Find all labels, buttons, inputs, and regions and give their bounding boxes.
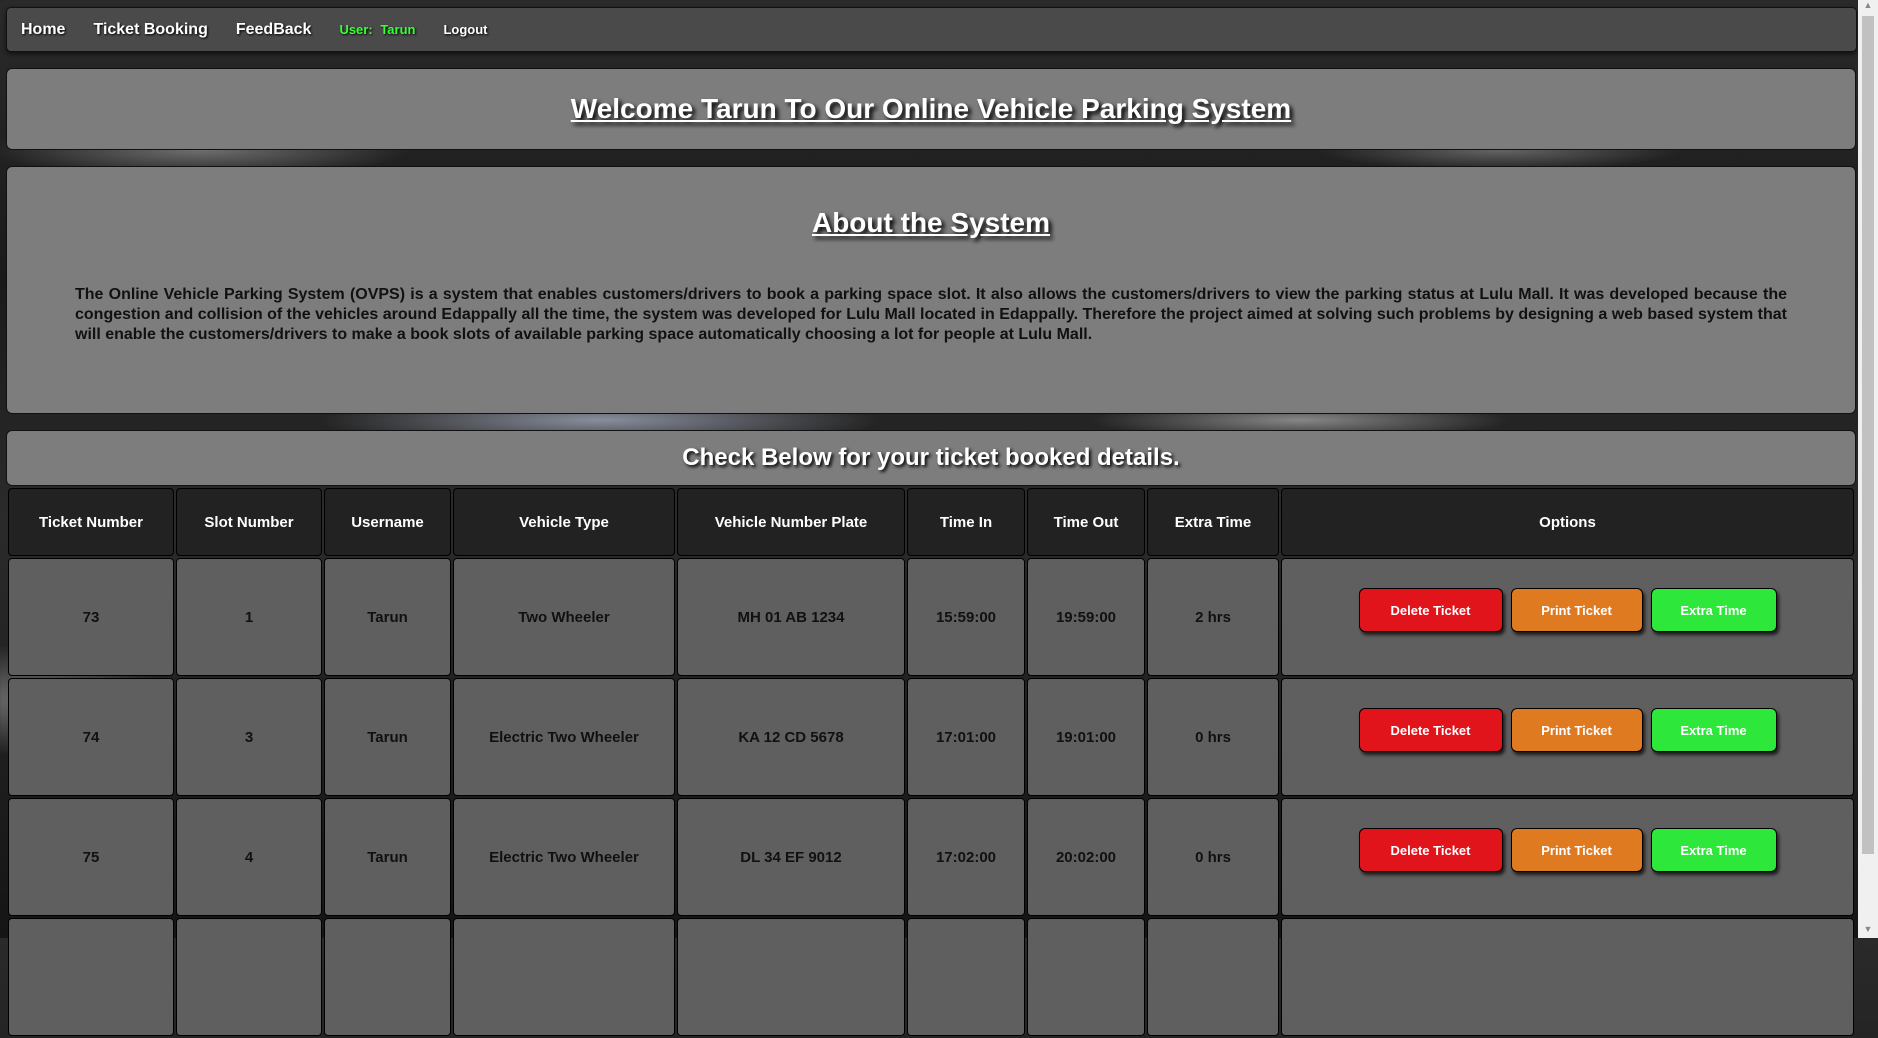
username-cell: Tarun [324,558,451,676]
extra-time-button[interactable]: Extra Time [1650,828,1777,872]
slot-number-cell: 3 [176,678,322,796]
scroll-up-icon[interactable]: ▲ [1862,0,1874,14]
nav-ticket-booking-link[interactable]: Ticket Booking [93,21,207,39]
options-cell: Delete Ticket Print Ticket Extra Time [1281,798,1854,916]
time-in-cell [907,918,1025,1036]
logout-link[interactable]: Logout [443,22,487,37]
vehicle-type-cell: Two Wheeler [453,558,675,676]
print-ticket-button[interactable]: Print Ticket [1510,828,1643,872]
nav-feedback-link[interactable]: FeedBack [236,21,312,39]
number-plate-cell: DL 34 EF 9012 [677,798,905,916]
tickets-table: Ticket Number Slot Number Username Vehic… [6,486,1856,1038]
about-panel: About the System The Online Vehicle Park… [6,166,1856,414]
username-cell [324,918,451,1036]
time-out-cell: 19:59:00 [1027,558,1145,676]
scroll-thumb[interactable] [1862,16,1874,854]
username-cell: Tarun [324,678,451,796]
extra-time-cell: 2 hrs [1147,558,1279,676]
table-row [8,918,1854,1036]
table-row: 74 3 Tarun Electric Two Wheeler KA 12 CD… [8,678,1854,796]
slot-number-cell [176,918,322,1036]
ticket-number-cell: 75 [8,798,174,916]
header-vehicle-number-plate: Vehicle Number Plate [677,488,905,556]
header-vehicle-type: Vehicle Type [453,488,675,556]
options-cell [1281,918,1854,1036]
print-ticket-button[interactable]: Print Ticket [1510,708,1643,752]
slot-number-cell: 1 [176,558,322,676]
options-cell: Delete Ticket Print Ticket Extra Time [1281,558,1854,676]
header-extra-time: Extra Time [1147,488,1279,556]
vehicle-type-cell: Electric Two Wheeler [453,678,675,796]
header-time-in: Time In [907,488,1025,556]
table-row: 75 4 Tarun Electric Two Wheeler DL 34 EF… [8,798,1854,916]
time-in-cell: 15:59:00 [907,558,1025,676]
current-user-indicator: User: Tarun [339,22,415,37]
tickets-heading: Check Below for your ticket booked detai… [682,444,1180,471]
page-scrollbar[interactable]: ▲ ▼ [1858,0,1878,938]
table-header-row: Ticket Number Slot Number Username Vehic… [8,488,1854,556]
user-label: User: [339,22,373,37]
delete-ticket-button[interactable]: Delete Ticket [1358,828,1503,872]
extra-time-cell: 0 hrs [1147,678,1279,796]
header-ticket-number: Ticket Number [8,488,174,556]
vehicle-type-cell: Electric Two Wheeler [453,798,675,916]
header-time-out: Time Out [1027,488,1145,556]
extra-time-cell: 0 hrs [1147,798,1279,916]
time-in-cell: 17:02:00 [907,798,1025,916]
extra-time-button[interactable]: Extra Time [1650,708,1777,752]
number-plate-cell: MH 01 AB 1234 [677,558,905,676]
options-cell: Delete Ticket Print Ticket Extra Time [1281,678,1854,796]
user-name: Tarun [380,22,416,37]
vehicle-type-cell [453,918,675,1036]
header-slot-number: Slot Number [176,488,322,556]
scroll-down-icon[interactable]: ▼ [1862,924,1874,938]
ticket-number-cell: 73 [8,558,174,676]
ticket-number-cell [8,918,174,1036]
time-out-cell: 19:01:00 [1027,678,1145,796]
number-plate-cell [677,918,905,1036]
print-ticket-button[interactable]: Print Ticket [1510,588,1643,632]
about-description: The Online Vehicle Parking System (OVPS)… [75,286,1787,343]
time-out-cell: 20:02:00 [1027,798,1145,916]
extra-time-cell [1147,918,1279,1036]
ticket-number-cell: 74 [8,678,174,796]
tickets-heading-panel: Check Below for your ticket booked detai… [6,430,1856,486]
table-row: 73 1 Tarun Two Wheeler MH 01 AB 1234 15:… [8,558,1854,676]
about-title: About the System [811,207,1051,238]
header-options: Options [1281,488,1854,556]
nav-home-link[interactable]: Home [21,21,65,39]
delete-ticket-button[interactable]: Delete Ticket [1358,588,1503,632]
time-out-cell [1027,918,1145,1036]
extra-time-button[interactable]: Extra Time [1650,588,1777,632]
top-navbar: Home Ticket Booking FeedBack User: Tarun… [6,7,1857,52]
delete-ticket-button[interactable]: Delete Ticket [1358,708,1503,752]
time-in-cell: 17:01:00 [907,678,1025,796]
username-cell: Tarun [324,798,451,916]
welcome-title: Welcome Tarun To Our Online Vehicle Park… [570,93,1292,124]
welcome-panel: Welcome Tarun To Our Online Vehicle Park… [6,68,1856,150]
number-plate-cell: KA 12 CD 5678 [677,678,905,796]
header-username: Username [324,488,451,556]
slot-number-cell: 4 [176,798,322,916]
